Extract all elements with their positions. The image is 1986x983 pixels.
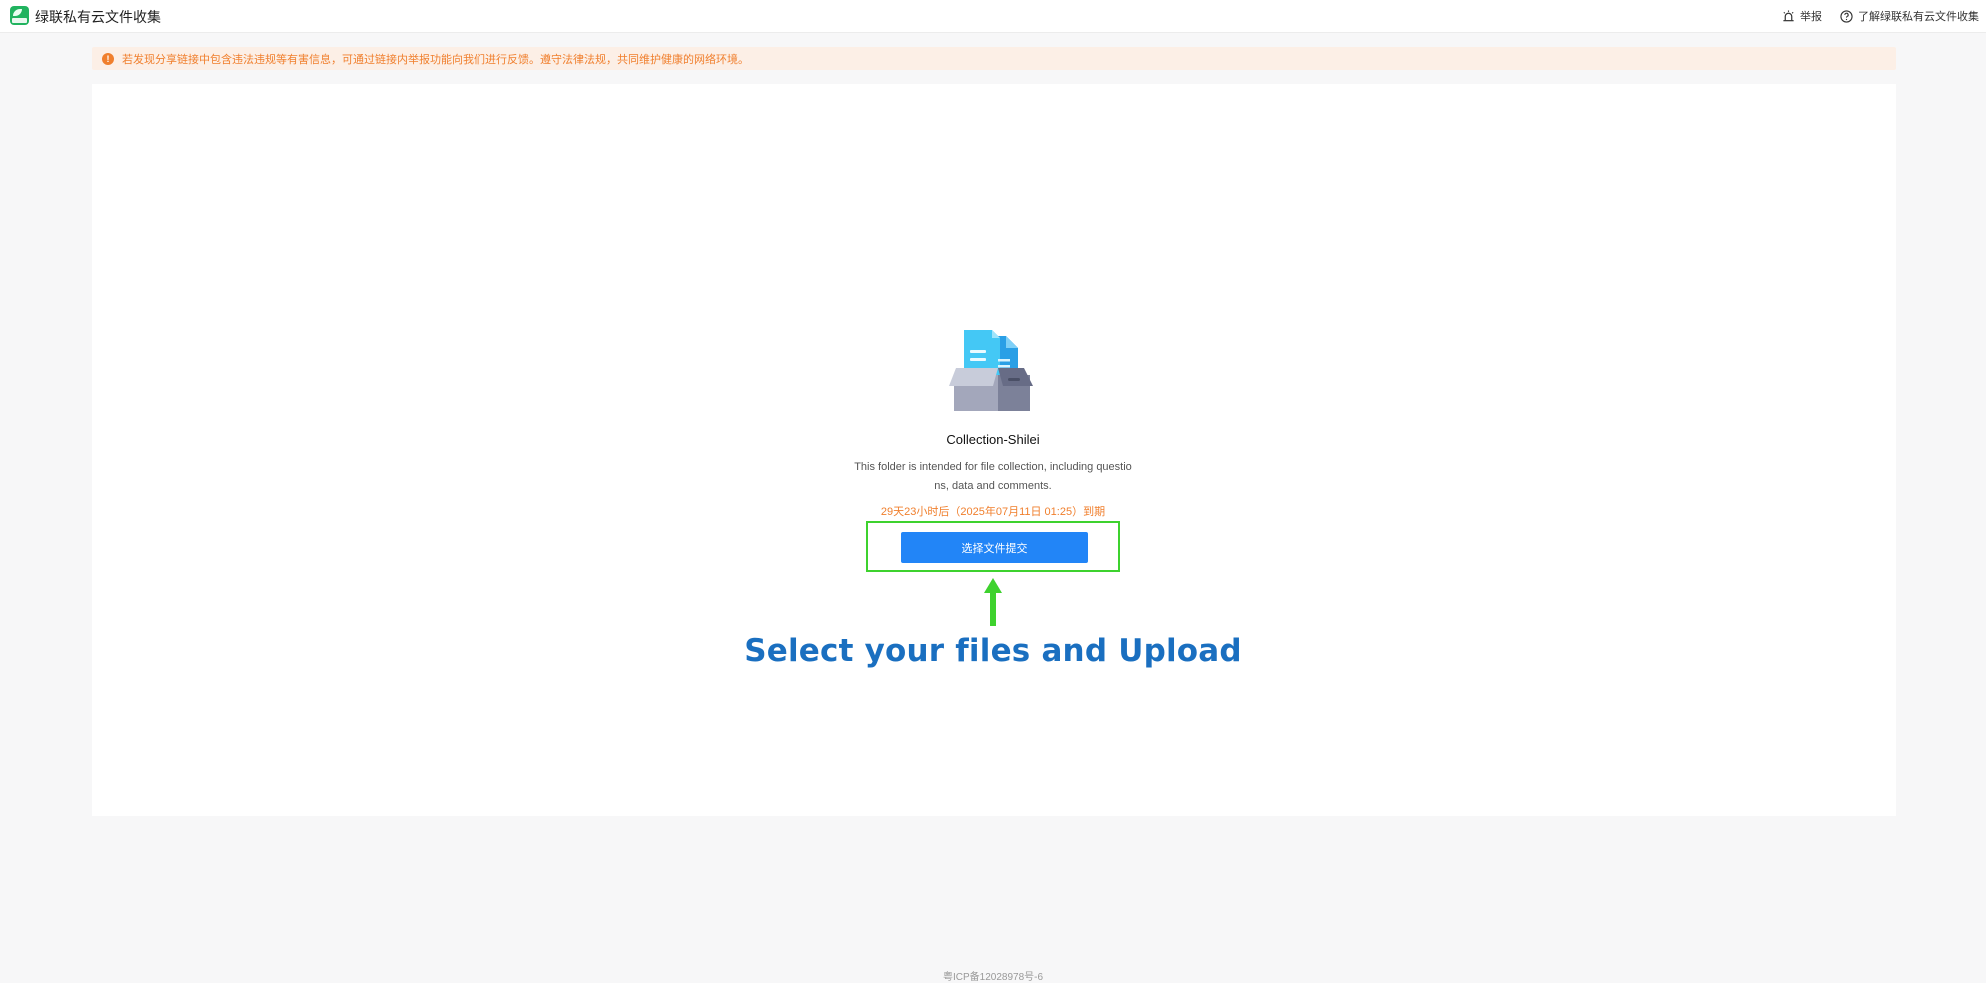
arrow-up-icon: [983, 578, 1003, 626]
top-right-actions: 举报 了解绿联私有云文件收集: [1782, 0, 1979, 32]
learn-more-label: 了解绿联私有云文件收集: [1858, 11, 1979, 23]
top-bar: 绿联私有云文件收集 举报 了解绿联私有云文件收集: [0, 0, 1986, 33]
file-box-icon: [948, 328, 1038, 413]
ugreen-logo-icon: [10, 6, 29, 25]
select-files-submit-button[interactable]: 选择文件提交: [901, 532, 1088, 563]
learn-more-link[interactable]: 了解绿联私有云文件收集: [1840, 8, 1979, 24]
expiry-text: 29天23小时后（2025年07月11日 01:25）到期: [880, 506, 1106, 518]
icp-footer: 粤ICP备12028978号-6: [942, 972, 1044, 983]
warning-icon: !: [102, 52, 114, 65]
report-link[interactable]: 举报: [1782, 8, 1822, 24]
upload-caption: Select your files and Upload: [744, 633, 1242, 669]
folder-title: Collection-Shilei: [946, 432, 1040, 447]
notice-banner: ! 若发现分享链接中包含违法违规等有害信息，可通过链接内举报功能向我们进行反馈。…: [92, 47, 1896, 70]
report-label: 举报: [1800, 11, 1822, 23]
app-title: 绿联私有云文件收集: [35, 9, 161, 25]
folder-description: This folder is intended for file collect…: [854, 461, 1132, 492]
help-circle-icon: [1840, 9, 1853, 23]
alarm-icon: [1782, 9, 1795, 23]
collection-card: [92, 84, 1896, 816]
notice-text: 若发现分享链接中包含违法违规等有害信息，可通过链接内举报功能向我们进行反馈。遵守…: [122, 53, 749, 66]
